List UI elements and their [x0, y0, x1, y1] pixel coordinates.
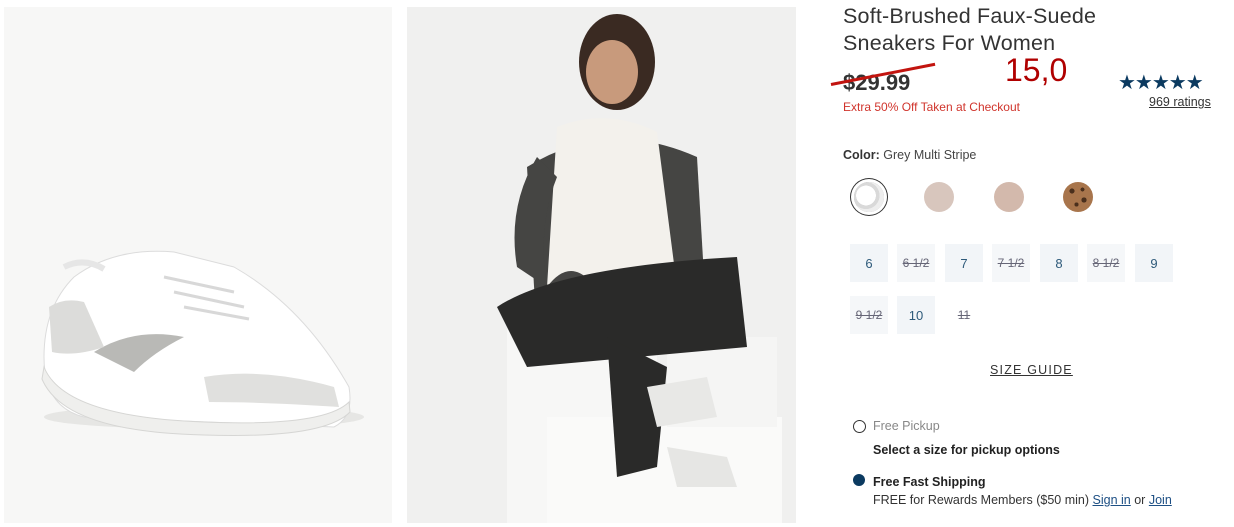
- swatch-leopard[interactable]: [1063, 182, 1093, 212]
- pickup-note: Select a size for pickup options: [873, 443, 1060, 457]
- product-image-shoe[interactable]: [4, 7, 392, 523]
- shipping-note: FREE for Rewards Members ($50 min) Sign …: [873, 493, 1172, 507]
- handwritten-sale-price: 15,0: [1005, 52, 1068, 88]
- color-label-title: Color:: [843, 148, 880, 162]
- swatch-tan[interactable]: [994, 182, 1024, 212]
- size-8[interactable]: 8: [1040, 244, 1078, 282]
- shipping-radio[interactable]: [853, 474, 865, 486]
- size-7-1-2[interactable]: 7 1/2: [992, 244, 1030, 282]
- model-illustration: [407, 7, 796, 523]
- swatch-grey-multi-stripe[interactable]: [854, 182, 884, 212]
- color-label: Color: Grey Multi Stripe: [843, 148, 976, 162]
- product-title-line1: Soft-Brushed Faux-Suede: [843, 4, 1097, 28]
- size-7[interactable]: 7: [945, 244, 983, 282]
- size-11[interactable]: 11: [945, 296, 983, 334]
- sneaker-illustration: [4, 7, 392, 523]
- or-text: or: [1134, 493, 1146, 507]
- shipping-label: Free Fast Shipping: [873, 475, 986, 489]
- product-title: Soft-Brushed Faux-Suede Sneakers For Wom…: [843, 3, 1203, 57]
- promo-text: Extra 50% Off Taken at Checkout: [843, 100, 1020, 114]
- product-image-model[interactable]: [407, 7, 796, 523]
- swatch-blush[interactable]: [924, 182, 954, 212]
- ratings-link[interactable]: 969 ratings: [1149, 95, 1211, 109]
- size-6[interactable]: 6: [850, 244, 888, 282]
- color-value: Grey Multi Stripe: [883, 148, 977, 162]
- price-block: $29.99: [830, 62, 936, 96]
- sign-in-link[interactable]: Sign in: [1093, 493, 1131, 507]
- size-9[interactable]: 9: [1135, 244, 1173, 282]
- shipping-note-text: FREE for Rewards Members ($50 min): [873, 493, 1090, 507]
- size-8-1-2[interactable]: 8 1/2: [1087, 244, 1125, 282]
- size-9-1-2[interactable]: 9 1/2: [850, 296, 888, 334]
- size-guide-link[interactable]: SIZE GUIDE: [990, 363, 1073, 377]
- size-6-1-2[interactable]: 6 1/2: [897, 244, 935, 282]
- pickup-label: Free Pickup: [873, 419, 940, 433]
- star-rating: ★★★★★: [1118, 72, 1204, 94]
- pickup-radio[interactable]: [853, 420, 866, 433]
- join-link[interactable]: Join: [1149, 493, 1172, 507]
- size-10[interactable]: 10: [897, 296, 935, 334]
